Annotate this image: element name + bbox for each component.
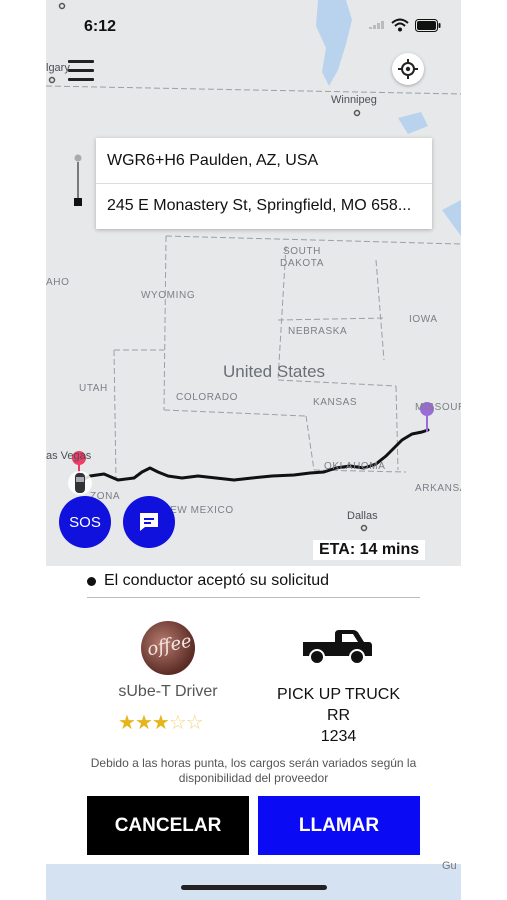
trip-status-text: El conductor aceptó su solicitud bbox=[104, 572, 330, 589]
star-empty-icon: ☆ bbox=[185, 712, 204, 734]
cancel-button[interactable]: CANCELAR bbox=[87, 796, 249, 855]
star-filled-icon: ★ bbox=[118, 712, 136, 734]
driver-rating: ★★★☆☆ bbox=[118, 710, 204, 735]
vehicle-info: PICK UP TRUCK RR 1234 bbox=[266, 684, 411, 747]
map-label-kansas: KANSAS bbox=[313, 397, 358, 408]
route-line bbox=[78, 428, 430, 483]
destination-field[interactable]: 245 E Monastery St, Springfield, MO 658.… bbox=[96, 183, 432, 228]
cellular-signal-icon bbox=[369, 21, 384, 29]
star-empty-icon: ☆ bbox=[168, 712, 187, 734]
trip-status: El conductor aceptó su solicitud bbox=[87, 572, 329, 590]
map-label-united-states: United States bbox=[223, 362, 326, 381]
menu-button[interactable] bbox=[68, 60, 94, 82]
call-button[interactable]: LLAMAR bbox=[258, 796, 420, 855]
vehicle-plate: 1234 bbox=[320, 728, 357, 745]
vehicle-model: RR bbox=[326, 707, 351, 724]
divider bbox=[87, 597, 420, 598]
bottom-map-label: Gu bbox=[442, 860, 457, 872]
map-view[interactable]: lgary Winnipeg SOUTH DAKOTA AHO WYOMING … bbox=[46, 0, 461, 566]
star-filled-icon: ★ bbox=[134, 712, 153, 734]
route-card: WGR6+H6 Paulden, AZ, USA 245 E Monastery… bbox=[96, 138, 432, 229]
avatar-text: offee bbox=[145, 630, 194, 661]
vehicle-type: PICK UP TRUCK bbox=[277, 686, 400, 703]
bottom-map-strip bbox=[46, 864, 461, 900]
map-background bbox=[46, 0, 461, 532]
map-label-missouri: MISSOUR bbox=[415, 402, 461, 413]
map-label-idaho: AHO bbox=[46, 277, 70, 288]
battery-icon bbox=[415, 18, 441, 32]
map-label-new-mexico: EW MEXICO bbox=[170, 505, 234, 516]
star-filled-icon: ★ bbox=[151, 712, 170, 734]
status-time: 6:12 bbox=[84, 18, 117, 35]
crosshair-icon bbox=[398, 59, 418, 79]
map-label-utah: UTAH bbox=[79, 383, 108, 394]
map-label-south-dakota: SOUTH DAKOTA bbox=[280, 246, 324, 269]
driver-avatar: offee bbox=[141, 621, 195, 675]
status-bullet-icon bbox=[87, 576, 96, 586]
wifi-icon bbox=[391, 18, 409, 32]
map-label-wyoming: WYOMING bbox=[141, 290, 196, 301]
map-label-las-vegas: as Vegas bbox=[46, 450, 92, 462]
map-label-oklahoma: OKLAHOMA bbox=[324, 461, 386, 472]
origin-field[interactable]: WGR6+H6 Paulden, AZ, USA bbox=[96, 138, 432, 183]
hamburger-icon bbox=[68, 60, 94, 63]
map-label-calgary: lgary bbox=[46, 62, 70, 74]
pickup-truck-icon bbox=[303, 630, 372, 665]
route-connector-icon bbox=[74, 154, 82, 206]
sos-button[interactable]: SOS bbox=[59, 496, 111, 548]
status-icons bbox=[369, 18, 441, 32]
eta-badge: ETA: 14 mins bbox=[313, 540, 426, 560]
surge-note: Debido a las horas punta, los cargos ser… bbox=[90, 756, 417, 785]
car-marker bbox=[68, 471, 92, 495]
chat-bubble-icon bbox=[140, 513, 158, 531]
map-label-arkansas: ARKANSA bbox=[415, 483, 461, 494]
locate-me-button[interactable] bbox=[392, 53, 424, 85]
map-label-nebraska: NEBRASKA bbox=[288, 326, 348, 337]
map-label-colorado: COLORADO bbox=[176, 392, 239, 403]
phone-screen: lgary Winnipeg SOUTH DAKOTA AHO WYOMING … bbox=[46, 0, 461, 900]
driver-name: sUbe-T Driver bbox=[118, 683, 218, 700]
home-indicator[interactable] bbox=[181, 885, 327, 890]
map-label-dallas: Dallas bbox=[347, 510, 378, 522]
map-label-iowa: IOWA bbox=[409, 314, 438, 325]
map-label-winnipeg: Winnipeg bbox=[331, 94, 377, 106]
chat-button[interactable] bbox=[123, 496, 175, 548]
